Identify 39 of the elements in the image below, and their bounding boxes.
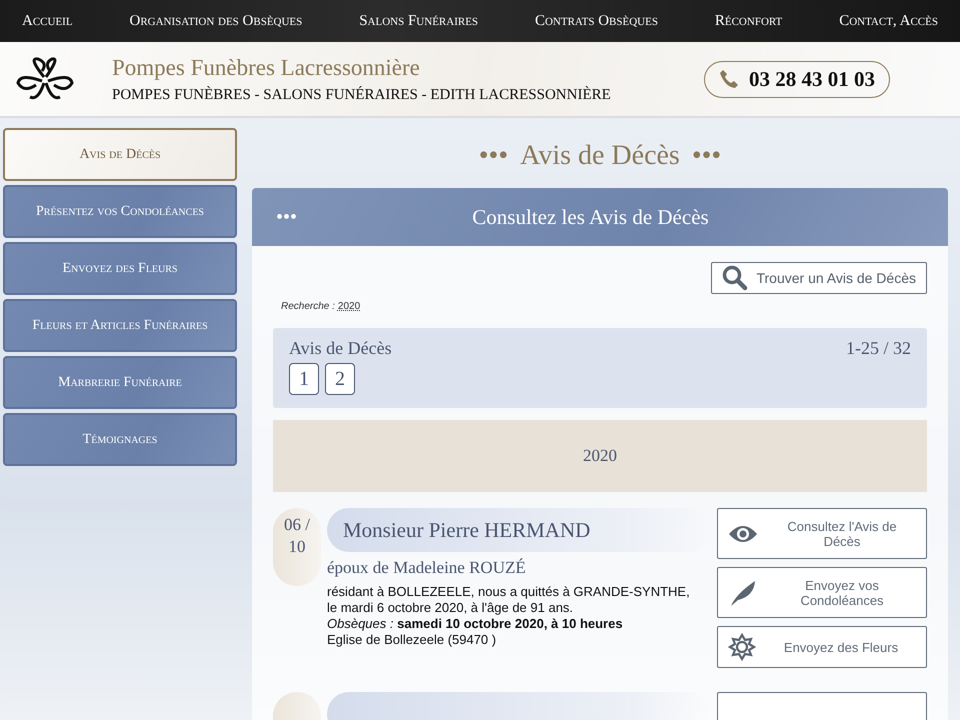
date-badge: 06 / 10	[273, 508, 321, 586]
notice-text: résidant à BOLLEZEELE, nous a quittés à GRANDE-SYNTHE, le mardi 6 octobre 2020, à l'âge de 91 ans.	[327, 584, 691, 616]
notice-action-button[interactable]: Envoyez des Fleurs	[717, 626, 927, 668]
sidebar-item[interactable]: Avis de Décès	[3, 128, 237, 181]
search-value-link[interactable]: 2020	[338, 301, 360, 312]
nav-link[interactable]: Salons Funéraires	[359, 12, 478, 30]
list-title: Avis de Décès	[289, 338, 392, 359]
notice-action-button[interactable]: Envoyez vos Condoléances	[717, 567, 927, 618]
sidebar-item[interactable]: Fleurs et Articles Funéraires	[3, 299, 237, 352]
page-button[interactable]: 1	[289, 363, 319, 395]
funeral-line: Obsèques : samedi 10 octobre 2020, à 10 heures	[327, 616, 624, 632]
sidebar-item[interactable]: Témoignages	[3, 413, 237, 466]
dots-ornament: •••	[692, 140, 722, 172]
notice-action-button[interactable]: Consultez l'Avis de Décès	[717, 508, 927, 559]
page-title: Avis de Décès	[520, 140, 680, 172]
nav-link[interactable]: Accueil	[22, 12, 73, 30]
nav-link[interactable]: Réconfort	[714, 12, 782, 30]
result-count: 1-25 / 32	[846, 338, 911, 359]
find-notice-button[interactable]: Trouver un Avis de Décès	[711, 262, 927, 294]
site-title: Pompes Funèbres Lacressonnière	[112, 54, 421, 80]
panel-title: Consultez les Avis de Décès	[471, 204, 710, 230]
phone-icon	[719, 69, 739, 89]
eye-icon	[728, 524, 758, 544]
page-button[interactable]: 2	[325, 363, 355, 395]
site-subtitle: POMPES FUNÈBRES - SALONS FUNÉRAIRES - EDITH LACRESSONNIÈRE	[112, 86, 612, 104]
nav-link[interactable]: Contrats Obsèques	[534, 12, 658, 30]
sidebar-item[interactable]: Marbrerie Funéraire	[3, 356, 237, 409]
sidebar-item[interactable]: Envoyez des Fleurs	[3, 242, 237, 295]
nav-link[interactable]: Organisation des Obsèques	[129, 12, 302, 30]
nav-link[interactable]: Contact, Accès	[839, 12, 938, 30]
dots-ornament: •••	[478, 140, 508, 172]
sidebar-item[interactable]: Présentez vos Condoléances	[3, 185, 237, 238]
dots-ornament: •••	[276, 206, 298, 228]
funeral-place: Eglise de Bollezeele (59470 )	[327, 632, 498, 648]
spouse-line: époux de Madeleine ROUZÉ	[327, 558, 527, 578]
year-heading: 2020	[273, 420, 927, 492]
search-icon	[722, 265, 748, 291]
phone-link[interactable]: 03 28 43 01 03	[704, 60, 890, 98]
search-label: Recherche :	[281, 301, 335, 312]
